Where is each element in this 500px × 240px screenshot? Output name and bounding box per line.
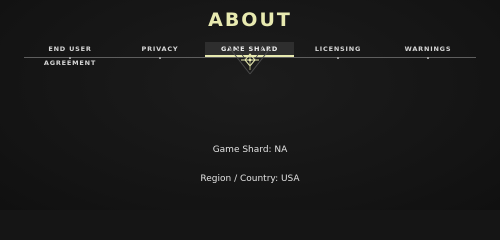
diamond-emblem-icon [227, 45, 273, 75]
tab-marker [159, 57, 161, 59]
tab-label: PRIVACY [141, 45, 179, 53]
tab-marker [337, 57, 339, 59]
tab-licensing[interactable]: LICENSING [310, 42, 366, 59]
region-country-value: Region / Country: USA [200, 174, 300, 184]
tab-label: WARNINGS [404, 45, 452, 53]
tab-marker [427, 57, 429, 59]
tab-marker [69, 57, 71, 59]
tab-warnings[interactable]: WARNINGS [391, 42, 465, 59]
about-screen: ABOUT END USER AGREEMENT PRIVACY GAME SH… [0, 0, 500, 210]
tab-end-user-agreement[interactable]: END USER AGREEMENT [24, 42, 116, 67]
page-title: ABOUT [208, 9, 292, 31]
game-shard-value: Game Shard: NA [212, 145, 288, 155]
tab-privacy[interactable]: PRIVACY [134, 42, 186, 59]
tab-label: END USER AGREEMENT [43, 45, 97, 67]
tab-label: LICENSING [314, 45, 362, 53]
